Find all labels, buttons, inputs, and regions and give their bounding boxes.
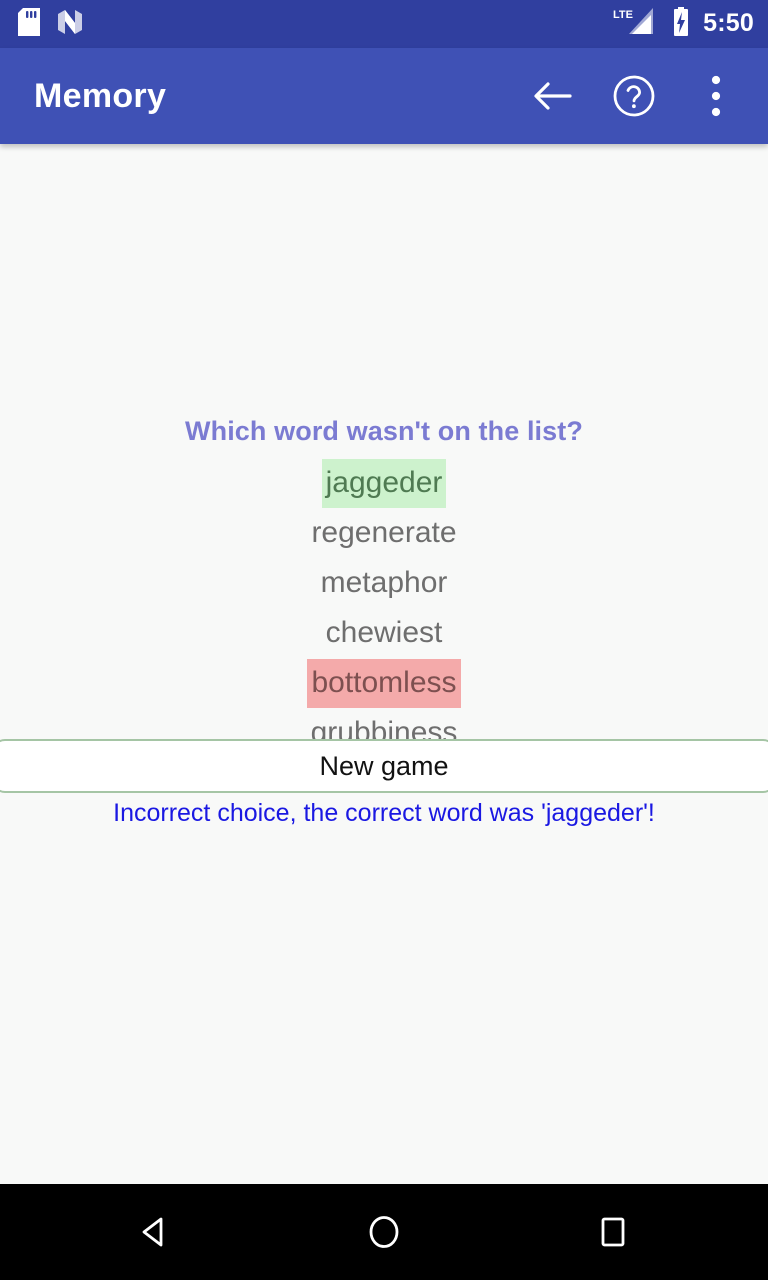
feedback-message: Incorrect choice, the correct word was '… bbox=[113, 799, 655, 827]
battery-charging-icon bbox=[671, 6, 691, 42]
word-option[interactable]: regenerate bbox=[307, 509, 460, 558]
new-game-button-container: New game bbox=[0, 739, 768, 793]
word-option[interactable]: bottomless bbox=[307, 659, 461, 708]
app-bar-actions bbox=[524, 68, 744, 124]
status-bar-left-icons bbox=[18, 7, 84, 41]
lte-signal-icon: LTE bbox=[613, 7, 659, 42]
quiz-question: Which word wasn't on the list? bbox=[185, 416, 583, 446]
svg-text:LTE: LTE bbox=[613, 9, 633, 21]
word-option[interactable]: jaggeder bbox=[321, 459, 447, 508]
nav-recents-icon[interactable] bbox=[565, 1184, 661, 1280]
android-nougat-icon bbox=[56, 8, 84, 41]
sd-card-icon bbox=[18, 7, 40, 41]
status-bar-right-icons: LTE 5:50 bbox=[613, 6, 754, 42]
back-arrow-icon[interactable] bbox=[524, 68, 580, 124]
word-option[interactable]: metaphor bbox=[317, 559, 452, 608]
main-content: Which word wasn't on the list? jaggeder … bbox=[0, 144, 768, 1184]
status-bar-clock: 5:50 bbox=[703, 8, 754, 37]
nav-home-icon[interactable] bbox=[336, 1184, 432, 1280]
word-option[interactable]: chewiest bbox=[322, 609, 447, 658]
android-navigation-bar bbox=[0, 1184, 768, 1280]
overflow-menu-icon[interactable] bbox=[688, 68, 744, 124]
new-game-button[interactable]: New game bbox=[0, 739, 768, 793]
nav-back-icon[interactable] bbox=[107, 1184, 203, 1280]
phone-screen: LTE 5:50 Memory Which word wasn't on the… bbox=[0, 0, 768, 1280]
app-bar: Memory bbox=[0, 48, 768, 144]
status-bar: LTE 5:50 bbox=[0, 0, 768, 48]
word-choice-list: jaggeder regenerate metaphor chewiest bo… bbox=[0, 459, 768, 759]
page-title: Memory bbox=[34, 76, 167, 115]
help-icon[interactable] bbox=[606, 68, 662, 124]
